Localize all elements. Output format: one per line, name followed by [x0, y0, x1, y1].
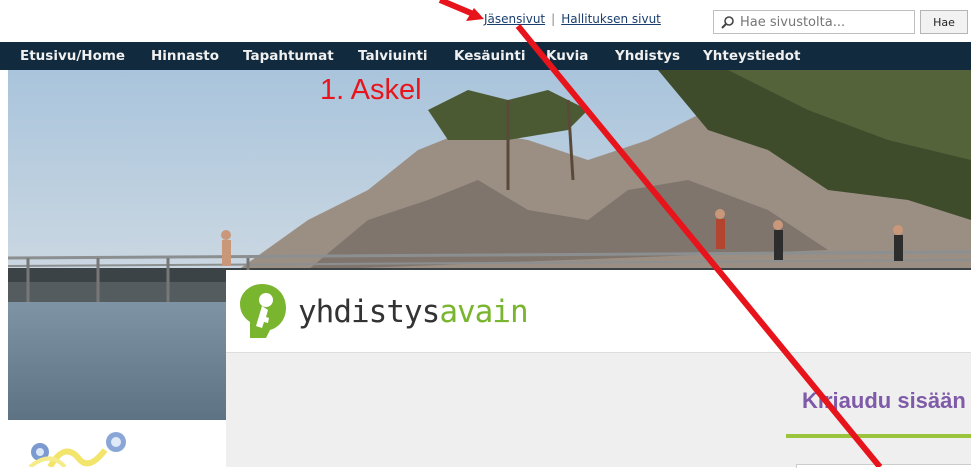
bubbles-decoration: [28, 432, 126, 467]
nav-item-pricing[interactable]: Hinnasto: [151, 48, 219, 64]
nav-item-association[interactable]: Yhdistys: [615, 48, 680, 64]
main-nav: Etusivu/Home Hinnasto Tapahtumat Talviui…: [0, 42, 971, 70]
login-panel: yhdistysavain Kirjaudu sisään: [226, 270, 971, 468]
board-link[interactable]: Hallituksen sivut: [561, 12, 661, 26]
members-link[interactable]: Jäsensivut: [484, 12, 545, 26]
arrow-head-icon: [466, 8, 484, 21]
nav-item-summer-swimming[interactable]: Kesäuinti: [454, 48, 525, 64]
key-icon: [240, 284, 286, 338]
nav-item-home[interactable]: Etusivu/Home: [20, 48, 125, 64]
top-links: Jäsensivut | Hallituksen sivut: [484, 12, 661, 26]
login-field[interactable]: [796, 464, 971, 468]
nav-item-contact[interactable]: Yhteystiedot: [703, 48, 800, 64]
logo-text-part1: yhdistys: [298, 294, 440, 330]
search-box[interactable]: [713, 10, 915, 34]
panel-header: yhdistysavain: [226, 270, 971, 353]
search-input[interactable]: [738, 13, 912, 31]
login-title: Kirjaudu sisään: [802, 388, 966, 413]
step-annotation: 1. Askel: [320, 74, 422, 106]
arrow-to-members-link: [438, 0, 480, 19]
brand-logo: yhdistysavain: [298, 294, 529, 330]
search-button[interactable]: Hae: [920, 10, 968, 34]
nav-item-photos[interactable]: Kuvia: [546, 48, 588, 64]
search-icon: [721, 15, 734, 29]
logo-text-part2: avain: [439, 294, 528, 330]
login-divider: [786, 434, 971, 438]
nav-item-winter-swimming[interactable]: Talviuinti: [358, 48, 428, 64]
link-separator: |: [551, 12, 556, 26]
nav-item-events[interactable]: Tapahtumat: [243, 48, 334, 64]
